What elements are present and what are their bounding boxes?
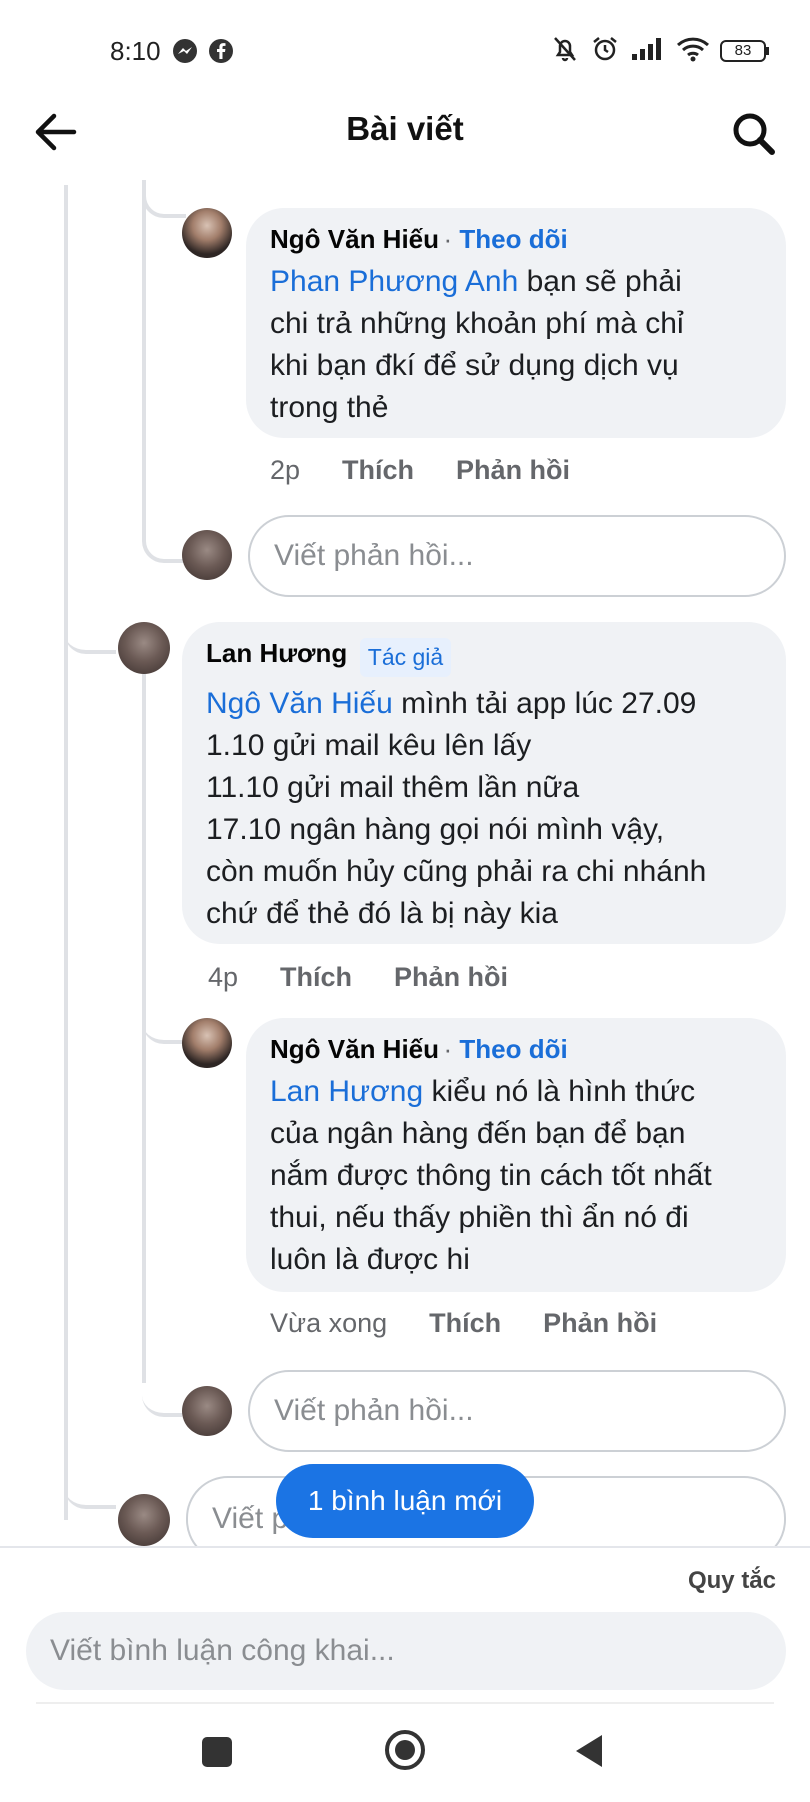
mention-link[interactable]: Phan Phương Anh	[270, 265, 518, 298]
thread-line-outer	[64, 185, 68, 1520]
reply-input[interactable]: Viết phản hồi...	[248, 515, 786, 597]
follow-button[interactable]: Theo dõi	[459, 224, 567, 254]
avatar[interactable]	[118, 622, 170, 674]
mention-link[interactable]: Lan Hương	[270, 1075, 423, 1108]
comment-bubble: Ngô Văn Hiếu · Theo dõi Phan Phương Anh …	[246, 208, 786, 438]
comment-text: Lan Hương kiểu nó là hình thức của ngân …	[270, 1071, 762, 1281]
page-title: Bài viết	[346, 110, 464, 147]
comment-bubble: Lan Hương Tác giả Ngô Văn Hiếu mình tải …	[182, 622, 786, 944]
mention-link[interactable]: Ngô Văn Hiếu	[206, 687, 393, 720]
reply-input[interactable]: Viết phản hồi...	[248, 1370, 786, 1452]
divider	[36, 1702, 774, 1704]
recents-button[interactable]	[200, 1735, 234, 1774]
comment-body: mình tải app lúc 27.09 1.10 gửi mail kêu…	[206, 687, 707, 931]
like-button[interactable]: Thích	[280, 962, 352, 993]
comment-actions: 2p Thích Phản hồi	[270, 455, 570, 486]
comment-bubble: Ngô Văn Hiếu · Theo dõi Lan Hương kiểu n…	[246, 1018, 786, 1292]
thread-connector	[64, 1455, 116, 1509]
thread-line-inner	[142, 185, 146, 525]
nav-back-button[interactable]	[572, 1732, 606, 1775]
search-button[interactable]	[726, 106, 782, 162]
comment-time: 4p	[208, 962, 239, 992]
avatar	[182, 1386, 232, 1436]
facebook-icon	[208, 38, 234, 69]
like-button[interactable]: Thích	[429, 1308, 501, 1339]
circle-home-icon	[385, 1730, 425, 1770]
status-icons: 83	[550, 34, 770, 68]
wifi-icon	[676, 35, 710, 68]
comment-time: 2p	[270, 455, 301, 485]
public-comment-input[interactable]: Viết bình luận công khai...	[26, 1612, 786, 1690]
alarm-icon	[590, 34, 620, 69]
reply-button[interactable]: Phản hồi	[394, 962, 508, 993]
avatar	[118, 1494, 170, 1546]
triangle-back-icon	[576, 1735, 602, 1767]
bell-off-icon	[550, 34, 580, 69]
separator-dot: ·	[443, 224, 460, 254]
like-button[interactable]: Thích	[342, 455, 414, 486]
thread-connector	[142, 1383, 182, 1417]
separator-dot: ·	[443, 1034, 460, 1064]
thread-connector	[64, 600, 116, 654]
square-icon	[202, 1737, 232, 1767]
signal-icon	[630, 36, 666, 67]
commenter-name[interactable]: Ngô Văn Hiếu	[270, 1034, 439, 1064]
comment-text: Ngô Văn Hiếu mình tải app lúc 27.09 1.10…	[206, 683, 762, 935]
follow-button[interactable]: Theo dõi	[459, 1034, 567, 1064]
thread-connector	[142, 1010, 182, 1044]
reply-button[interactable]: Phản hồi	[456, 455, 570, 486]
new-comment-button[interactable]: 1 bình luận mới	[276, 1464, 534, 1538]
reply-button[interactable]: Phản hồi	[543, 1308, 657, 1339]
status-time: 8:10	[110, 36, 161, 66]
avatar	[182, 530, 232, 580]
messenger-icon	[172, 38, 198, 69]
battery-icon: 83	[720, 39, 770, 63]
avatar[interactable]	[182, 1018, 232, 1068]
home-button[interactable]	[383, 1728, 427, 1777]
comment-time: Vừa xong	[270, 1308, 388, 1338]
comment-text: Phan Phương Anh bạn sẽ phải chi trả nhữn…	[270, 261, 762, 429]
thread-connector	[142, 180, 186, 218]
commenter-name[interactable]: Lan Hương	[206, 638, 347, 668]
commenter-name[interactable]: Ngô Văn Hiếu	[270, 224, 439, 254]
search-icon	[733, 113, 775, 155]
battery-level: 83	[734, 42, 752, 59]
avatar[interactable]	[182, 208, 232, 258]
thread-connector	[142, 525, 186, 563]
rules-link[interactable]: Quy tắc	[688, 1567, 776, 1595]
comment-actions: Vừa xong Thích Phản hồi	[270, 1308, 657, 1339]
author-badge: Tác giả	[359, 638, 452, 678]
comment-actions: 4p Thích Phản hồi	[208, 962, 508, 993]
